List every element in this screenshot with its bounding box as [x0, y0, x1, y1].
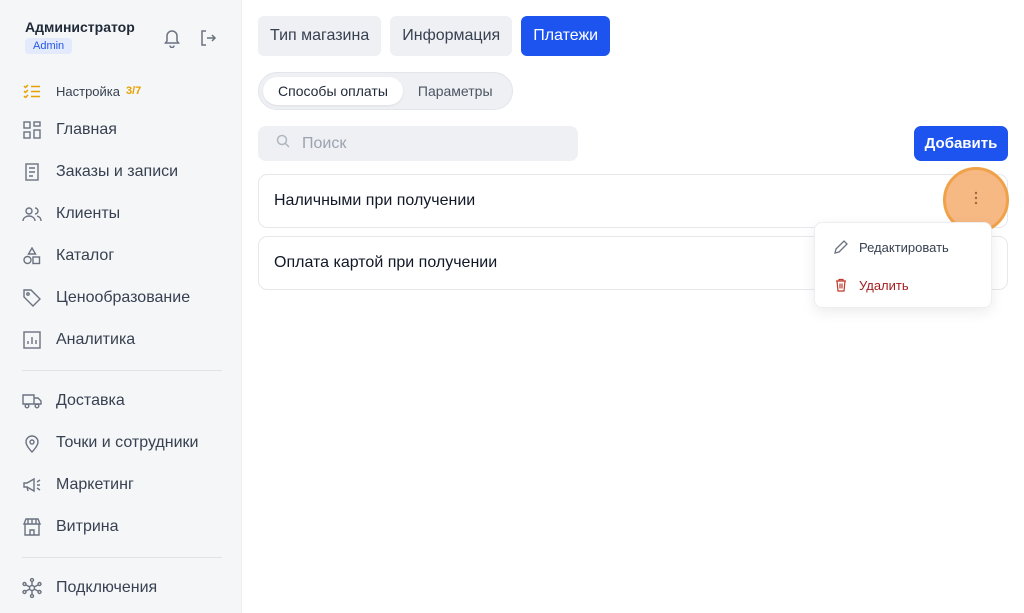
payment-method-label: Оплата картой при получении — [274, 254, 498, 271]
edit-menu-item[interactable]: Редактировать — [833, 236, 949, 258]
sidebar-item-label: Доставка — [56, 392, 125, 409]
sidebar-item-delivery[interactable]: Доставка — [22, 388, 125, 414]
payment-method-row[interactable]: Наличными при получении — [258, 174, 1008, 228]
sidebar-item-label: Каталог — [56, 247, 115, 264]
sidebar-item-catalog[interactable]: Каталог — [22, 243, 114, 269]
sidebar-item-label: Витрина — [56, 518, 119, 535]
user-block: Администратор Admin — [25, 19, 135, 54]
sidebar-item-clients[interactable]: Клиенты — [22, 201, 120, 227]
subtab-payment-methods[interactable]: Способы оплаты — [263, 77, 403, 105]
sidebar: Администратор Admin Настройка 3/7 Главна… — [0, 0, 242, 613]
more-vertical-icon — [974, 191, 978, 210]
price-tag-icon — [22, 288, 42, 308]
sidebar-item-label: Точки и сотрудники — [56, 434, 199, 451]
search-input[interactable] — [302, 134, 562, 153]
sidebar-item-label: Аналитика — [56, 331, 136, 348]
sidebar-item-label: Маркетинг — [56, 476, 134, 493]
chart-icon — [22, 330, 42, 350]
map-pin-icon — [22, 433, 42, 453]
sidebar-item-label: Главная — [56, 121, 117, 138]
sidebar-item-home[interactable]: Главная — [22, 117, 117, 143]
subtab-parameters[interactable]: Параметры — [403, 77, 508, 105]
role-badge: Admin — [25, 38, 73, 54]
bell-icon[interactable] — [162, 28, 182, 48]
edit-label: Редактировать — [859, 239, 949, 255]
tab-store-type[interactable]: Тип магазина — [258, 16, 382, 56]
sidebar-item-locations[interactable]: Точки и сотрудники — [22, 430, 198, 456]
sidebar-item-pricing[interactable]: Ценообразование — [22, 285, 190, 311]
sidebar-item-label: Ценообразование — [56, 289, 191, 306]
delete-label: Удалить — [859, 277, 909, 293]
dashboard-grid-icon — [22, 120, 42, 140]
search-box — [258, 126, 578, 161]
sidebar-item-label: Заказы и записи — [56, 163, 179, 180]
payment-method-label: Наличными при получении — [274, 192, 476, 209]
row-actions-menu: Редактировать Удалить — [814, 222, 992, 308]
checklist-icon — [22, 81, 42, 101]
users-icon — [22, 204, 42, 224]
receipt-icon — [22, 162, 42, 182]
tab-payments[interactable]: Платежи — [521, 16, 611, 56]
sidebar-item-label: Настройка — [56, 83, 120, 99]
sidebar-item-label: Подключения — [56, 579, 158, 596]
storefront-icon — [22, 517, 42, 537]
truck-icon — [22, 391, 42, 411]
sidebar-item-integrations[interactable]: Подключения — [22, 575, 157, 601]
sidebar-divider — [22, 370, 222, 371]
sidebar-item-analytics[interactable]: Аналитика — [22, 327, 135, 353]
logout-icon[interactable] — [198, 28, 218, 48]
megaphone-icon — [22, 475, 42, 495]
add-button[interactable]: Добавить — [914, 126, 1008, 161]
sidebar-item-label: Клиенты — [56, 205, 121, 222]
sidebar-item-storefront[interactable]: Витрина — [22, 514, 119, 540]
sidebar-item-orders[interactable]: Заказы и записи — [22, 159, 178, 185]
pencil-icon — [833, 239, 849, 255]
shapes-icon — [22, 246, 42, 266]
user-name: Администратор — [25, 19, 135, 35]
sidebar-item-setup[interactable]: Настройка 3/7 — [22, 78, 141, 104]
payments-subtabs: Способы оплаты Параметры — [258, 72, 513, 110]
settings-tabs: Тип магазина Информация Платежи — [258, 16, 611, 56]
trash-icon — [833, 277, 849, 293]
delete-menu-item[interactable]: Удалить — [833, 274, 909, 296]
tab-information[interactable]: Информация — [390, 16, 513, 56]
network-icon — [22, 578, 42, 598]
search-icon — [276, 134, 290, 153]
sidebar-item-marketing[interactable]: Маркетинг — [22, 472, 134, 498]
sidebar-divider — [22, 557, 222, 558]
setup-progress-count: 3/7 — [126, 85, 142, 97]
